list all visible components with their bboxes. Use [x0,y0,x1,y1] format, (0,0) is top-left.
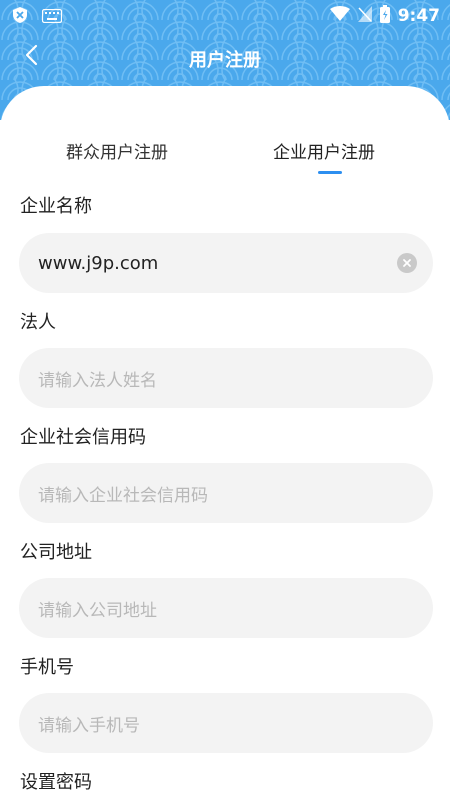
address-label: 公司地址 [20,542,92,563]
credit-code-placeholder: 请输入企业社会信用码 [38,485,208,506]
signal-icon [357,6,372,26]
tab-company-registration[interactable]: 企业用户注册 [273,138,375,163]
clear-icon[interactable] [397,253,417,273]
form-card: 群众用户注册 企业用户注册 企业名称 www.j9p.com 法人 请输入法人姓… [0,86,450,800]
shield-icon [12,6,28,28]
legal-person-field[interactable]: 请输入法人姓名 [19,348,433,408]
credit-code-field[interactable]: 请输入企业社会信用码 [19,463,433,523]
page-title: 用户注册 [189,50,261,71]
address-field[interactable]: 请输入公司地址 [19,578,433,638]
company-name-label: 企业名称 [20,196,92,217]
nav-bar: 用户注册 [0,38,450,78]
battery-icon [379,5,390,27]
keyboard-icon [41,8,63,27]
password-label: 设置密码 [20,772,92,793]
legal-person-label: 法人 [20,312,56,333]
active-tab-indicator [318,171,342,174]
phone-field[interactable]: 请输入手机号 [19,693,433,753]
status-time: 9:47 [397,6,440,26]
status-bar: 9:47 [0,0,450,32]
tab-mass-registration[interactable]: 群众用户注册 [66,138,168,163]
company-name-field[interactable]: www.j9p.com [19,233,433,293]
phone-label: 手机号 [20,657,74,678]
phone-placeholder: 请输入手机号 [38,715,140,736]
legal-person-placeholder: 请输入法人姓名 [38,370,157,391]
wifi-icon [329,6,350,26]
address-placeholder: 请输入公司地址 [38,600,157,621]
tab-bar: 群众用户注册 企业用户注册 [0,86,450,186]
company-name-value: www.j9p.com [38,252,159,274]
credit-code-label: 企业社会信用码 [20,427,146,448]
